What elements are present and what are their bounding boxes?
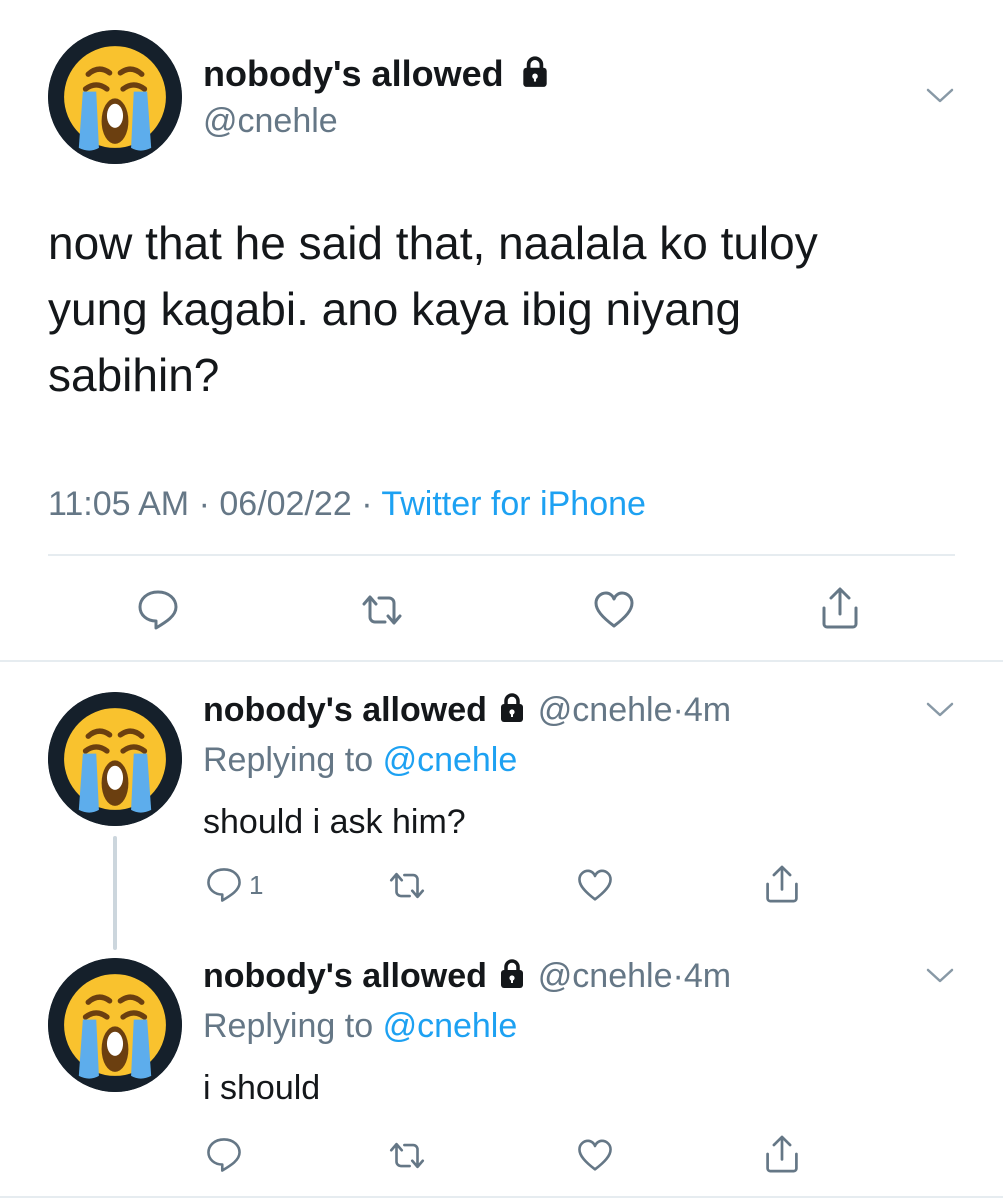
heart-icon [592, 590, 636, 630]
reply-header: nobody's allowed @cnehle·4m [203, 954, 731, 998]
display-name[interactable]: nobody's allowed [203, 691, 487, 729]
user-handle[interactable]: @cnehle [538, 691, 673, 729]
tweet-text-line: now that he said that, naalala ko tuloy [48, 217, 818, 269]
share-button[interactable] [764, 864, 800, 904]
tweet-text: should i ask him? [203, 803, 466, 841]
like-button[interactable] [592, 590, 636, 630]
share-button[interactable] [820, 586, 860, 630]
lock-icon [518, 55, 552, 89]
tweet-text-line: yung kagabi. ano kaya ibig niyang [48, 283, 742, 335]
tweet-age: 4m [683, 691, 732, 729]
retweet-icon [358, 590, 406, 630]
chevron-down-icon[interactable] [926, 88, 954, 104]
meta-separator: · [198, 485, 210, 523]
lock-icon [496, 692, 528, 724]
reply-header: nobody's allowed @cnehle·4m [203, 688, 731, 732]
divider [48, 554, 955, 556]
retweet-button[interactable] [386, 868, 428, 903]
meta-separator: · [672, 957, 684, 995]
reply-button[interactable] [136, 588, 180, 632]
tweet-text-line: sabihin? [48, 349, 220, 401]
tweet-text: i should [203, 1069, 321, 1107]
chevron-down-icon[interactable] [926, 702, 954, 718]
reply-icon [136, 588, 180, 632]
display-name: nobody's allowed [203, 53, 504, 94]
reply-icon [205, 866, 243, 904]
replying-to: Replying to @cnehle [203, 1004, 517, 1048]
share-icon [764, 864, 800, 904]
crying-face-icon [48, 692, 182, 826]
user-handle[interactable]: @cnehle [203, 99, 338, 143]
display-name[interactable]: nobody's allowed [203, 957, 487, 995]
tweet-age: 4m [683, 957, 732, 995]
meta-separator: · [361, 485, 373, 523]
replying-to: Replying to @cnehle [203, 738, 517, 782]
chevron-down-icon[interactable] [926, 968, 954, 984]
replying-to-label: Replying to [203, 1007, 374, 1045]
crying-face-icon [48, 958, 182, 1092]
crying-face-icon [48, 30, 182, 164]
avatar[interactable] [48, 958, 182, 1092]
share-icon [820, 586, 860, 630]
meta-separator: · [672, 691, 684, 729]
display-name-row[interactable]: nobody's allowed [203, 52, 552, 96]
tweet-meta: 11:05 AM · 06/02/22 · Twitter for iPhone [48, 482, 646, 526]
tweet-text: now that he said that, naalala ko tuloy … [48, 210, 818, 408]
section-divider [0, 1196, 1003, 1198]
reply-count: 1 [249, 869, 264, 900]
avatar[interactable] [48, 30, 182, 164]
heart-icon [576, 1138, 614, 1173]
section-divider [0, 660, 1003, 662]
replying-to-handle[interactable]: @cnehle [383, 1007, 518, 1045]
tweet-source-link[interactable]: Twitter for iPhone [381, 485, 646, 523]
like-button[interactable] [576, 1138, 614, 1173]
heart-icon [576, 868, 614, 903]
share-icon [764, 1134, 800, 1174]
share-button[interactable] [764, 1134, 800, 1174]
replying-to-handle[interactable]: @cnehle [383, 741, 518, 779]
retweet-icon [386, 868, 428, 903]
user-handle[interactable]: @cnehle [538, 957, 673, 995]
reply-button[interactable]: 1 [205, 866, 263, 904]
reply-icon [205, 1136, 243, 1174]
retweet-button[interactable] [386, 1138, 428, 1173]
tweet-time: 11:05 AM [48, 485, 190, 523]
like-button[interactable] [576, 868, 614, 903]
lock-icon [496, 958, 528, 990]
retweet-button[interactable] [358, 590, 406, 630]
avatar[interactable] [48, 692, 182, 826]
tweet-date: 06/02/22 [219, 485, 352, 523]
retweet-icon [386, 1138, 428, 1173]
replying-to-label: Replying to [203, 741, 374, 779]
reply-button[interactable] [205, 1136, 243, 1174]
thread-line [113, 836, 117, 950]
